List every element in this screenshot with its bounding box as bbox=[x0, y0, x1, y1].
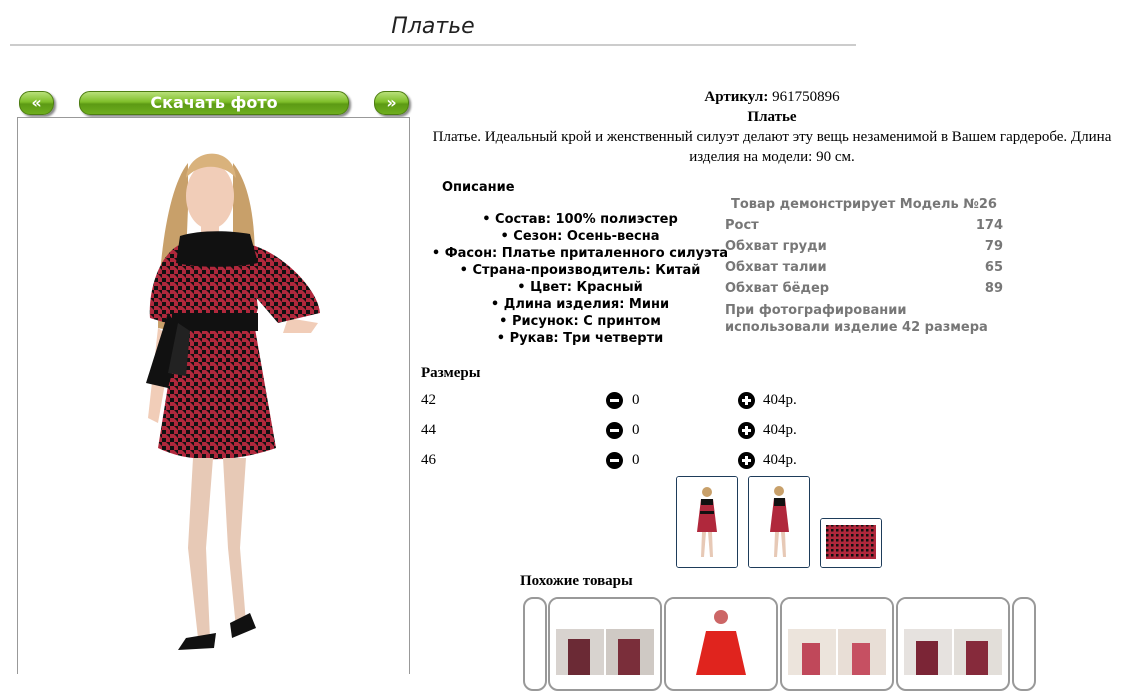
product-info: Артикул: 961750896 Платье Платье. Идеаль… bbox=[413, 87, 1131, 167]
model-row-value: 89 bbox=[984, 281, 1003, 296]
product-description: Платье. Идеальный крой и женственный сил… bbox=[432, 129, 1112, 165]
model-note: При фотографировании использовали издели… bbox=[725, 303, 988, 335]
similar-scroll-left[interactable] bbox=[523, 597, 547, 691]
similar-product-card[interactable] bbox=[896, 597, 1010, 691]
size-row: 46 0 404р. bbox=[421, 452, 821, 472]
details-item: Фасон: Платье приталенного силуэта bbox=[430, 245, 730, 262]
similar-product-card[interactable] bbox=[780, 597, 894, 691]
size-label: 42 bbox=[421, 392, 436, 408]
details-list: Состав: 100% полиэстер Сезон: Осень-весн… bbox=[430, 211, 730, 347]
model-row-label: Обхват бёдер bbox=[725, 281, 830, 296]
minus-circle-icon[interactable] bbox=[606, 452, 623, 469]
details-item: Длина изделия: Мини bbox=[430, 296, 730, 313]
size-label: 46 bbox=[421, 452, 436, 468]
details-item: Цвет: Красный bbox=[430, 279, 730, 296]
details-item: Страна-производитель: Китай bbox=[430, 262, 730, 279]
thumbnail-fabric-pattern-image bbox=[821, 519, 881, 567]
product-name: Платье bbox=[747, 109, 797, 125]
model-in-dress-image bbox=[18, 118, 409, 674]
details-title: Описание bbox=[442, 180, 515, 195]
minus-circle-icon[interactable] bbox=[606, 392, 623, 409]
model-measurements: Товар демонстрирует Модель №26 Рост 174 О… bbox=[725, 194, 1003, 336]
similar-scroll-right[interactable] bbox=[1012, 597, 1036, 691]
similar-product-image bbox=[550, 599, 660, 675]
size-row: 44 0 404р. bbox=[421, 422, 821, 442]
thumbnail-model-side-image bbox=[749, 477, 809, 567]
details-item: Рисунок: С принтом bbox=[430, 313, 730, 330]
sizes-title: Размеры bbox=[421, 365, 481, 381]
size-price: 404р. bbox=[763, 452, 797, 468]
sku-value: 961750896 bbox=[772, 89, 840, 105]
prev-photo-button[interactable]: « bbox=[19, 91, 54, 115]
model-row-label: Обхват груди bbox=[725, 239, 827, 254]
photo-thumbnail[interactable] bbox=[820, 518, 882, 568]
similar-products-title: Похожие товары bbox=[520, 573, 633, 589]
main-product-photo[interactable] bbox=[17, 117, 410, 674]
details-item: Сезон: Осень-весна bbox=[430, 228, 730, 245]
sku-label: Артикул: bbox=[704, 89, 769, 105]
model-title: Товар демонстрирует Модель №26 bbox=[731, 197, 997, 212]
similar-product-card[interactable] bbox=[664, 597, 778, 691]
similar-product-card[interactable] bbox=[548, 597, 662, 691]
size-label: 44 bbox=[421, 422, 436, 438]
title-divider bbox=[10, 44, 856, 46]
plus-circle-icon[interactable] bbox=[738, 392, 755, 409]
size-quantity: 0 bbox=[632, 422, 640, 438]
size-price: 404р. bbox=[763, 392, 797, 408]
thumbnail-model-front-image bbox=[677, 477, 737, 567]
sku-line: Артикул: 961750896 bbox=[413, 87, 1131, 107]
model-row: Обхват талии 65 bbox=[725, 257, 1003, 278]
model-row-label: Рост bbox=[725, 218, 759, 233]
size-quantity: 0 bbox=[632, 392, 640, 408]
similar-product-image bbox=[782, 599, 892, 675]
model-row: Рост 174 bbox=[725, 215, 1003, 236]
plus-circle-icon[interactable] bbox=[738, 422, 755, 439]
model-row: Обхват бёдер 89 bbox=[725, 278, 1003, 299]
model-row-value: 79 bbox=[984, 239, 1003, 254]
download-photo-button[interactable]: Скачать фото bbox=[79, 91, 349, 115]
size-quantity: 0 bbox=[632, 452, 640, 468]
size-price: 404р. bbox=[763, 422, 797, 438]
similar-product-image bbox=[666, 599, 776, 675]
model-row-label: Обхват талии bbox=[725, 260, 827, 275]
similar-product-image bbox=[898, 599, 1008, 675]
minus-circle-icon[interactable] bbox=[606, 422, 623, 439]
plus-circle-icon[interactable] bbox=[738, 452, 755, 469]
next-photo-button[interactable]: » bbox=[374, 91, 409, 115]
model-row: Обхват груди 79 bbox=[725, 236, 1003, 257]
size-row: 42 0 404р. bbox=[421, 392, 821, 412]
details-item: Состав: 100% полиэстер bbox=[430, 211, 730, 228]
photo-thumbnail[interactable] bbox=[748, 476, 810, 568]
page-title: Платье bbox=[391, 14, 475, 39]
details-item: Рукав: Три четверти bbox=[430, 330, 730, 347]
model-row-value: 174 bbox=[975, 218, 1003, 233]
model-row-value: 65 bbox=[984, 260, 1003, 275]
photo-thumbnail[interactable] bbox=[676, 476, 738, 568]
